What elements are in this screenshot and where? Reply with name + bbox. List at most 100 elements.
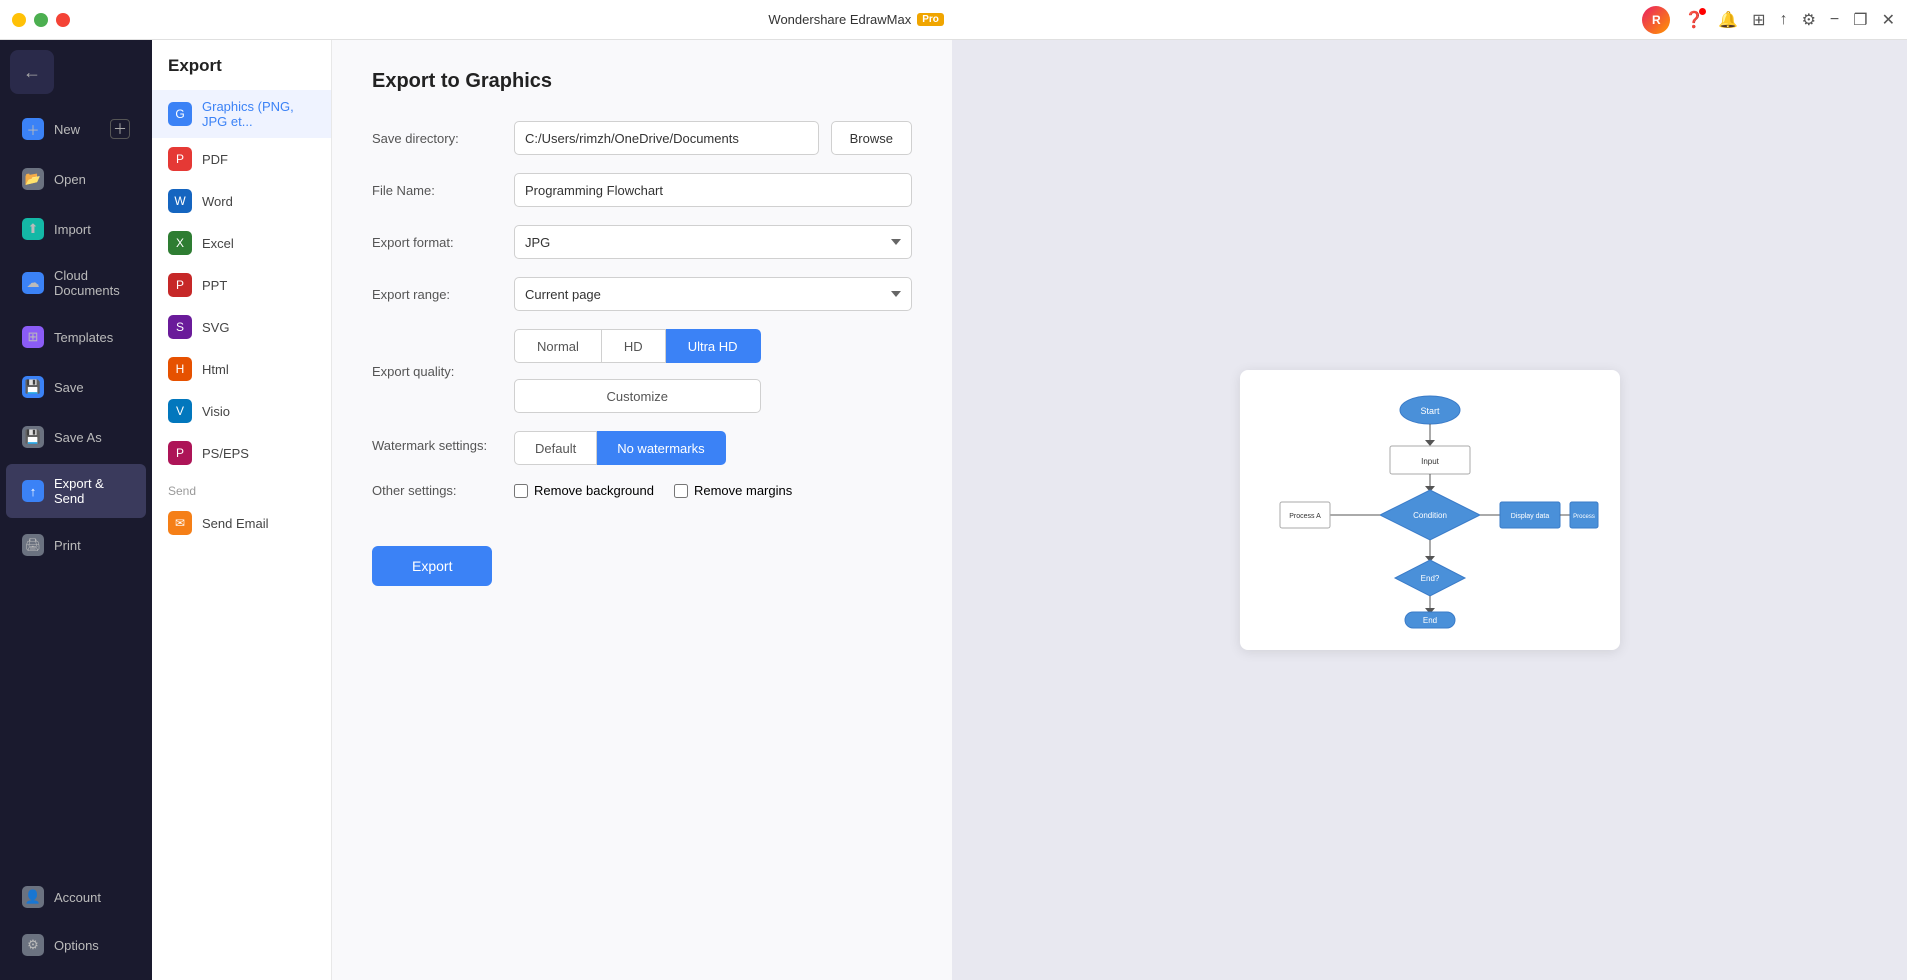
export-item-pdf[interactable]: P PDF — [152, 138, 331, 180]
export-form: Export to Graphics Save directory: Brows… — [332, 40, 952, 980]
window-controls[interactable] — [12, 13, 70, 27]
customize-button[interactable]: Customize — [514, 379, 761, 413]
watermark-none-button[interactable]: No watermarks — [597, 431, 725, 465]
other-settings-row: Other settings: Remove background Remove… — [372, 483, 912, 498]
maximize-button[interactable] — [34, 13, 48, 27]
export-item-visio[interactable]: V Visio — [152, 390, 331, 432]
export-item-svg[interactable]: S SVG — [152, 306, 331, 348]
export-item-email[interactable]: ✉ Send Email — [152, 502, 331, 544]
svg-text:End: End — [1422, 616, 1436, 625]
pseps-icon: P — [168, 441, 192, 465]
nav-cloud-label: Cloud Documents — [54, 268, 130, 298]
minimize-button[interactable] — [12, 13, 26, 27]
main-layout: ← ＋ New ＋ 📂 Open ⬆ Import ☁ Cloud Docume… — [0, 40, 1907, 980]
nav-templates-label: Templates — [54, 330, 113, 345]
browse-button[interactable]: Browse — [831, 121, 912, 155]
nav-item-open[interactable]: 📂 Open — [6, 156, 146, 202]
email-label: Send Email — [202, 516, 268, 531]
export-item-pseps[interactable]: P PS/EPS — [152, 432, 331, 474]
nav-item-cloud[interactable]: ☁ Cloud Documents — [6, 256, 146, 310]
watermark-label: Watermark settings: — [372, 431, 502, 453]
file-name-label: File Name: — [372, 183, 502, 198]
nav-item-options[interactable]: ⚙ Options — [6, 922, 146, 968]
remove-background-item[interactable]: Remove background — [514, 483, 654, 498]
save-directory-input[interactable] — [514, 121, 819, 155]
close-win-icon[interactable]: ✕ — [1882, 10, 1895, 30]
file-name-row: File Name: — [372, 173, 912, 207]
word-icon: W — [168, 189, 192, 213]
export-button[interactable]: Export — [372, 546, 492, 586]
pseps-label: PS/EPS — [202, 446, 249, 461]
nav-new-label: New — [54, 122, 80, 137]
nav-options-label: Options — [54, 938, 99, 953]
saveas-icon: 💾 — [22, 426, 44, 448]
nav-item-export[interactable]: ↑ Export & Send — [6, 464, 146, 518]
export-icon: ↑ — [22, 480, 44, 502]
export-range-select[interactable]: Current page All pages Selected pages — [514, 277, 912, 311]
remove-margins-item[interactable]: Remove margins — [674, 483, 792, 498]
cloud-icon: ☁ — [22, 272, 44, 294]
minimize-win-icon[interactable]: − — [1830, 11, 1839, 29]
pdf-icon: P — [168, 147, 192, 171]
nav-open-label: Open — [54, 172, 86, 187]
settings-icon[interactable]: ⚙ — [1802, 10, 1816, 30]
export-range-label: Export range: — [372, 287, 502, 302]
form-title: Export to Graphics — [372, 70, 912, 93]
ppt-icon: P — [168, 273, 192, 297]
close-button[interactable] — [56, 13, 70, 27]
nav-item-templates[interactable]: ⊞ Templates — [6, 314, 146, 360]
print-icon: 🖨 — [22, 534, 44, 556]
back-button[interactable]: ← — [10, 50, 54, 94]
pdf-label: PDF — [202, 152, 228, 167]
apps-icon[interactable]: ⊞ — [1752, 10, 1765, 30]
quality-ultrahd-button[interactable]: Ultra HD — [666, 329, 761, 363]
svg-text:End?: End? — [1420, 574, 1439, 583]
preview-card: Start Input Condition — [1240, 370, 1620, 650]
word-label: Word — [202, 194, 233, 209]
nav-saveas-label: Save As — [54, 430, 102, 445]
watermark-controls: Default No watermarks — [514, 431, 726, 465]
nav-item-saveas[interactable]: 💾 Save As — [6, 414, 146, 460]
visio-icon: V — [168, 399, 192, 423]
nav-item-import[interactable]: ⬆ Import — [6, 206, 146, 252]
send-section-label: Send — [152, 474, 331, 502]
preview-area: Start Input Condition — [952, 40, 1907, 980]
bell-icon[interactable]: 🔔 — [1718, 10, 1738, 30]
export-format-select[interactable]: JPG PNG BMP SVG PDF — [514, 225, 912, 259]
file-name-input[interactable] — [514, 173, 912, 207]
export-sidebar-title: Export — [152, 56, 331, 90]
save-icon: 💾 — [22, 376, 44, 398]
account-icon: 👤 — [22, 886, 44, 908]
ppt-label: PPT — [202, 278, 227, 293]
svg-text:Condition: Condition — [1413, 511, 1447, 520]
export-item-graphics[interactable]: G Graphics (PNG, JPG et... — [152, 90, 331, 138]
watermark-group: Default No watermarks — [514, 431, 726, 465]
export-range-row: Export range: Current page All pages Sel… — [372, 277, 912, 311]
nav-save-label: Save — [54, 380, 84, 395]
export-item-excel[interactable]: X Excel — [152, 222, 331, 264]
export-item-ppt[interactable]: P PPT — [152, 264, 331, 306]
export-item-word[interactable]: W Word — [152, 180, 331, 222]
user-avatar[interactable]: R — [1642, 6, 1670, 34]
nav-item-save[interactable]: 💾 Save — [6, 364, 146, 410]
quality-normal-button[interactable]: Normal — [514, 329, 602, 363]
flowchart-preview: Start Input Condition — [1260, 390, 1600, 630]
share-icon[interactable]: ↑ — [1780, 11, 1788, 29]
nav-item-new[interactable]: ＋ New ＋ — [6, 106, 146, 152]
help-icon[interactable]: ❓ — [1684, 10, 1704, 30]
export-item-html[interactable]: H Html — [152, 348, 331, 390]
html-icon: H — [168, 357, 192, 381]
app-title-area: Wondershare EdrawMax Pro — [768, 12, 944, 27]
remove-margins-checkbox[interactable] — [674, 484, 688, 498]
watermark-default-button[interactable]: Default — [514, 431, 597, 465]
export-format-label: Export format: — [372, 235, 502, 250]
quality-hd-button[interactable]: HD — [602, 329, 666, 363]
nav-item-account[interactable]: 👤 Account — [6, 874, 146, 920]
excel-icon: X — [168, 231, 192, 255]
quality-group: Normal HD Ultra HD — [514, 329, 761, 363]
new-plus-icon[interactable]: ＋ — [110, 119, 130, 139]
nav-item-print[interactable]: 🖨 Print — [6, 522, 146, 568]
maximize-win-icon[interactable]: ❐ — [1853, 10, 1867, 30]
export-quality-row: Export quality: Normal HD Ultra HD Custo… — [372, 329, 912, 413]
remove-background-checkbox[interactable] — [514, 484, 528, 498]
